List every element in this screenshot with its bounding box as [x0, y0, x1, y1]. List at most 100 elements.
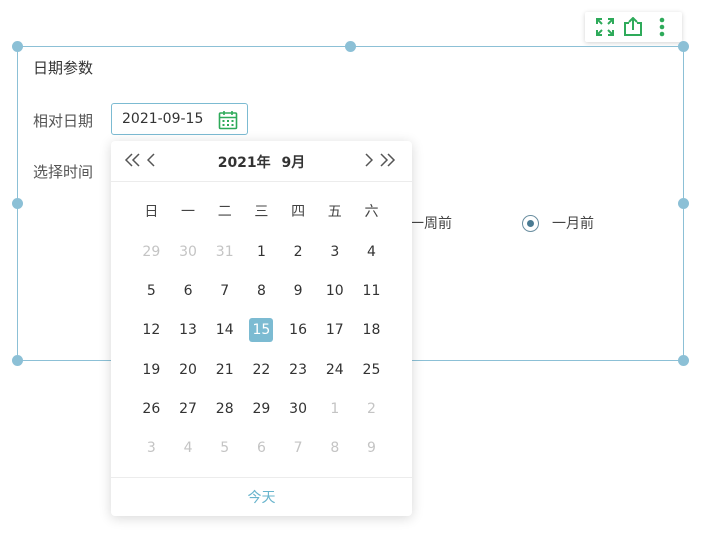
calendar-day-number: 17: [325, 322, 344, 338]
today-button[interactable]: 今天: [111, 477, 412, 516]
resize-handle-right[interactable]: [678, 198, 689, 209]
resize-handle-bottom-left[interactable]: [12, 355, 23, 366]
calendar-day[interactable]: 19: [133, 356, 170, 384]
calendar-day-number: 2: [293, 244, 303, 260]
calendar-day[interactable]: 4: [170, 434, 207, 462]
calendar-day[interactable]: 6: [243, 434, 280, 462]
calendar-day-number: 12: [142, 322, 161, 338]
calendar-day[interactable]: 26: [133, 395, 170, 423]
calendar-day-number: 25: [362, 362, 381, 378]
calendar-day-number: 31: [215, 244, 234, 260]
calendar-day[interactable]: 11: [353, 277, 390, 305]
calendar-day[interactable]: 14: [206, 316, 243, 344]
calendar-day[interactable]: 7: [206, 277, 243, 305]
calendar-day[interactable]: 24: [316, 356, 353, 384]
calendar-day-number: 26: [142, 401, 161, 417]
calendar-day[interactable]: 30: [280, 395, 317, 423]
calendar-day[interactable]: 3: [316, 238, 353, 266]
calendar-day[interactable]: 10: [316, 277, 353, 305]
calendar-day[interactable]: 28: [206, 395, 243, 423]
calendar-day[interactable]: 18: [353, 316, 390, 344]
calendar-day[interactable]: 25: [353, 356, 390, 384]
calendar-week-row: 3 4 5 6 7 8 9: [133, 434, 393, 462]
calendar-day[interactable]: 5: [133, 277, 170, 305]
calendar-day[interactable]: 1: [316, 395, 353, 423]
calendar-day[interactable]: 7: [280, 434, 317, 462]
calendar-day-number: 6: [256, 440, 266, 456]
calendar-day-number: 9: [367, 440, 376, 456]
calendar-day-number: 8: [256, 283, 266, 299]
calendar-day-number: 1: [256, 244, 266, 260]
option-label: 一周前: [410, 216, 452, 232]
resize-handle-bottom-right[interactable]: [678, 355, 689, 366]
calendar-day[interactable]: 6: [170, 277, 207, 305]
relative-date-label: 相对日期: [33, 112, 94, 130]
calendar-day[interactable]: 22: [243, 356, 280, 384]
month-label[interactable]: 9月: [282, 155, 306, 171]
calendar-day[interactable]: 4: [353, 238, 390, 266]
calendar-day-number: 29: [142, 244, 161, 260]
year-label[interactable]: 2021年: [218, 155, 271, 171]
calendar-day-number: 8: [330, 440, 340, 456]
calendar-day-number: 7: [220, 283, 230, 299]
radio-selected[interactable]: [522, 214, 539, 232]
calendar-day[interactable]: 8: [316, 434, 353, 462]
calendar-day-number: 13: [179, 322, 197, 338]
calendar-day[interactable]: 16: [280, 316, 317, 344]
next-year-button[interactable]: [379, 150, 397, 175]
calendar-day[interactable]: 2: [280, 238, 317, 266]
calendar-day-number: 20: [179, 362, 197, 378]
calendar-day[interactable]: 27: [170, 395, 207, 423]
calendar-day-selected[interactable]: 15: [243, 316, 280, 344]
option-one-month-ago[interactable]: 一月前: [522, 213, 594, 233]
calendar-day[interactable]: 23: [280, 356, 317, 384]
calendar-day-number: 24: [325, 362, 344, 378]
calendar-day[interactable]: 9: [353, 434, 390, 462]
calendar-day[interactable]: 31: [206, 238, 243, 266]
date-input[interactable]: 2021-09-15: [111, 103, 248, 135]
resize-handle-top-right[interactable]: [678, 41, 689, 52]
calendar-header: 2021年 9月: [111, 141, 412, 182]
calendar-day[interactable]: 20: [170, 356, 207, 384]
weekday-header: 日 一 二 三 四 五 六: [133, 198, 393, 226]
calendar-day[interactable]: 21: [206, 356, 243, 384]
weekday-label: 一: [181, 204, 196, 220]
weekday-label: 二: [217, 204, 232, 220]
calendar-day[interactable]: 5: [206, 434, 243, 462]
calendar-day[interactable]: 1: [243, 238, 280, 266]
calendar-day[interactable]: 9: [280, 277, 317, 305]
calendar-day[interactable]: 17: [316, 316, 353, 344]
expand-icon[interactable]: [594, 16, 616, 38]
calendar-day[interactable]: 29: [243, 395, 280, 423]
calendar-day-number: 1: [330, 401, 340, 417]
calendar-day-number: 30: [289, 401, 307, 417]
export-icon[interactable]: [622, 16, 644, 38]
resize-handle-left[interactable]: [12, 198, 23, 209]
calendar-day[interactable]: 30: [170, 238, 207, 266]
more-vertical-icon[interactable]: [651, 16, 673, 38]
calendar-icon[interactable]: [218, 110, 238, 130]
calendar-day-number: 23: [289, 362, 307, 378]
calendar-day-number: 6: [183, 283, 193, 299]
calendar-day-number: 18: [362, 322, 381, 338]
calendar-day[interactable]: 12: [133, 316, 170, 344]
weekday-label: 三: [254, 204, 269, 220]
calendar-day-number: 14: [215, 322, 234, 338]
calendar-day-number: 22: [252, 362, 271, 378]
calendar-day[interactable]: 8: [243, 277, 280, 305]
calendar-day[interactable]: 3: [133, 434, 170, 462]
calendar-day-number: 4: [183, 440, 193, 456]
calendar-day-number: 9: [293, 283, 303, 299]
next-month-button[interactable]: [363, 150, 374, 175]
calendar-week-row: 5 6 7 8 9 10 11: [133, 277, 393, 305]
calendar-day-number: 29: [252, 401, 271, 417]
calendar-day[interactable]: 13: [170, 316, 207, 344]
calendar-day[interactable]: 29: [133, 238, 170, 266]
calendar-day-number: 10: [325, 283, 344, 299]
calendar-day-number: 11: [362, 283, 381, 299]
calendar-day[interactable]: 2: [353, 395, 390, 423]
calendar-day-number: 15: [249, 318, 274, 342]
calendar-day-number: 21: [215, 362, 234, 378]
resize-handle-top-left[interactable]: [12, 41, 23, 52]
resize-handle-top[interactable]: [345, 41, 356, 52]
